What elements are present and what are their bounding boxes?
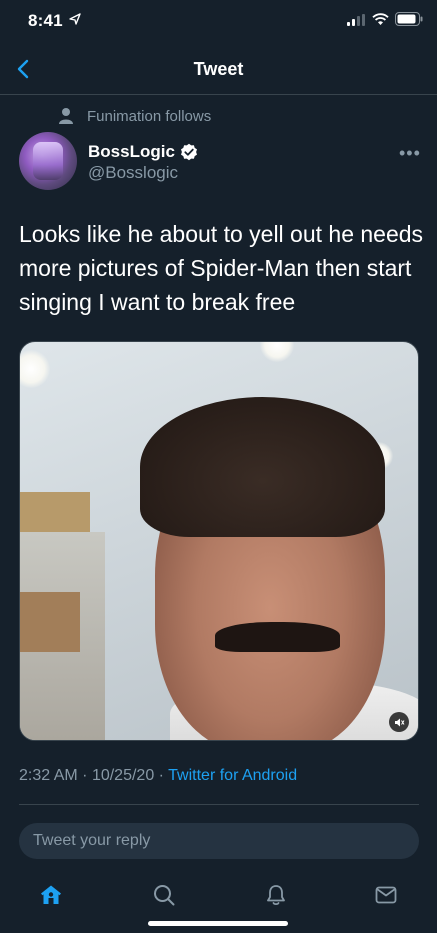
mute-button[interactable] (389, 712, 409, 732)
tab-search[interactable] (151, 882, 177, 908)
speaker-muted-icon (394, 718, 404, 726)
social-context-label: Funimation follows (87, 107, 212, 125)
tweet-metadata: 2:32 AM · 10/25/20 · Twitter for Android (19, 767, 297, 785)
tweet-video[interactable] (19, 341, 419, 741)
bottom-tab-bar (0, 872, 437, 917)
wifi-icon (372, 13, 389, 25)
reply-input[interactable]: Tweet your reply (19, 823, 419, 859)
cellular-signal-icon (347, 14, 365, 26)
reply-placeholder: Tweet your reply (33, 832, 151, 849)
tweet-text: Looks like he about to yell out he needs… (19, 221, 424, 315)
bell-icon (267, 885, 285, 906)
header: Tweet (0, 44, 437, 95)
separator-dot: · (158, 767, 169, 784)
home-icon (41, 885, 61, 904)
verified-badge-icon (180, 143, 197, 161)
location-arrow-icon (69, 13, 81, 25)
separator-dot: · (82, 767, 92, 784)
tweet-time: 2:32 AM (19, 767, 78, 784)
divider (19, 804, 419, 805)
author-name[interactable]: BossLogic (88, 142, 175, 162)
page-title: Tweet (193, 59, 244, 79)
tab-home[interactable] (38, 882, 64, 908)
search-icon (154, 885, 175, 906)
tab-messages[interactable] (373, 882, 399, 908)
tweet-source-link[interactable]: Twitter for Android (168, 767, 297, 784)
mail-icon (375, 886, 397, 904)
person-icon (59, 108, 73, 124)
author-handle[interactable]: @Bosslogic (88, 163, 178, 183)
home-indicator (148, 921, 288, 926)
author-name-row[interactable]: BossLogic (88, 142, 198, 162)
tweet-date: 10/25/20 (91, 767, 155, 784)
more-options-icon[interactable]: ••• (399, 143, 421, 164)
social-context[interactable]: Funimation follows (59, 106, 212, 126)
status-time: 8:41 (28, 11, 63, 30)
tab-notifications[interactable] (263, 882, 289, 908)
status-bar: 8:41 (0, 0, 437, 44)
avatar[interactable] (19, 132, 77, 190)
battery-icon (395, 12, 423, 26)
